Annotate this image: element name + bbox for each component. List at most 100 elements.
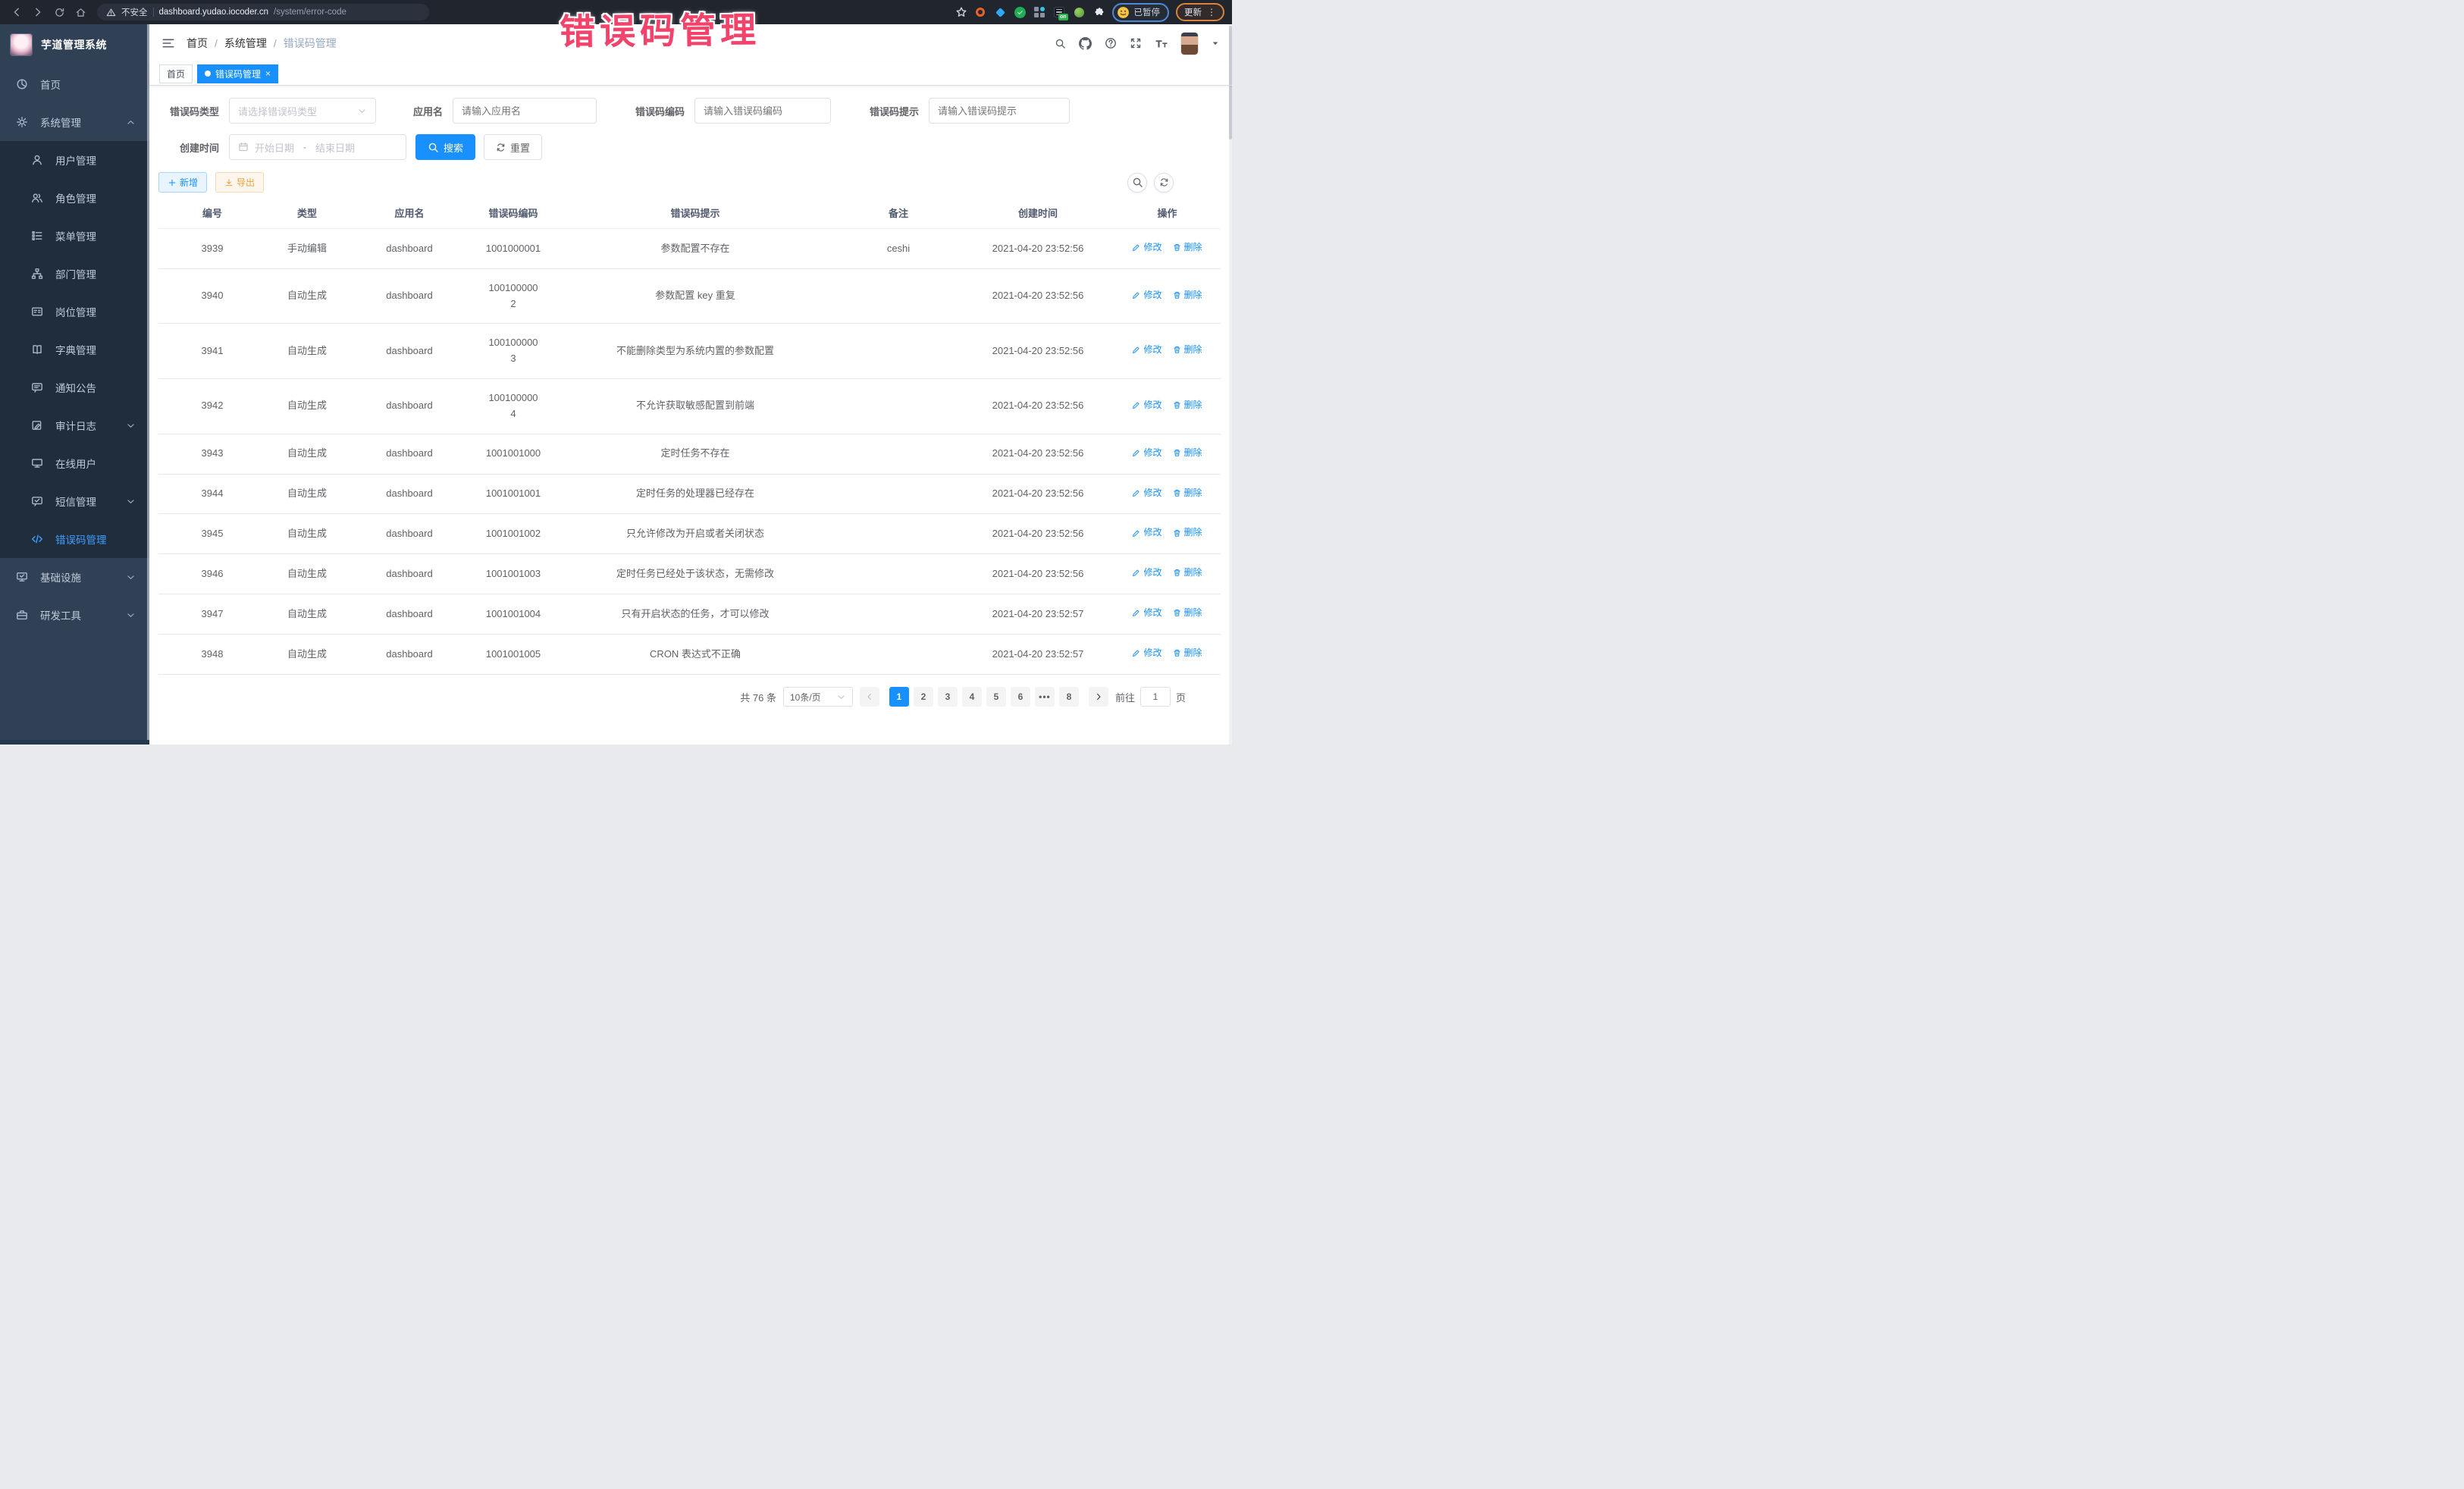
- edit-link[interactable]: 修改: [1132, 446, 1161, 460]
- font-size-icon[interactable]: [1155, 37, 1168, 49]
- page-size-select[interactable]: 10条/页: [783, 687, 853, 707]
- edit-link[interactable]: 修改: [1132, 240, 1161, 255]
- delete-link[interactable]: 删除: [1173, 646, 1202, 660]
- edit-link[interactable]: 修改: [1132, 486, 1161, 500]
- bookmark-star-icon[interactable]: [955, 6, 967, 18]
- home-icon[interactable]: [71, 3, 89, 21]
- page-number-button[interactable]: 8: [1059, 687, 1079, 707]
- page-number-button[interactable]: 5: [986, 687, 1006, 707]
- extension-blue-gem-icon[interactable]: [994, 6, 1007, 19]
- edit-link[interactable]: 修改: [1132, 398, 1161, 412]
- reset-button[interactable]: 重置: [484, 134, 542, 160]
- delete-link[interactable]: 删除: [1173, 343, 1202, 357]
- address-bar[interactable]: 不安全 dashboard.yudao.iocoder.cn/system/er…: [97, 4, 429, 20]
- fullscreen-icon[interactable]: [1130, 37, 1142, 49]
- error-type-select[interactable]: 请选择错误码类型: [229, 98, 376, 124]
- delete-link[interactable]: 删除: [1173, 566, 1202, 580]
- refresh-table-button[interactable]: [1154, 173, 1174, 193]
- audit-log-icon: [30, 419, 44, 431]
- edit-label: 修改: [1143, 606, 1161, 620]
- sidebar-item-在线用户[interactable]: 在线用户: [0, 444, 149, 482]
- delete-link[interactable]: 删除: [1173, 398, 1202, 412]
- export-button-label: 导出: [237, 176, 255, 189]
- sidebar-menu: 首页系统管理用户管理角色管理菜单管理部门管理岗位管理字典管理通知公告审计日志在线…: [0, 65, 149, 634]
- extensions-puzzle-icon[interactable]: [1092, 6, 1105, 19]
- page-number-button[interactable]: 3: [938, 687, 958, 707]
- org-tree-icon: [30, 268, 44, 280]
- page-number-button[interactable]: 6: [1011, 687, 1030, 707]
- edit-link[interactable]: 修改: [1132, 525, 1161, 540]
- cell: 3942: [158, 379, 266, 434]
- sidebar-logo-row[interactable]: 芋道管理系统: [0, 24, 149, 65]
- tab-首页[interactable]: 首页: [159, 64, 193, 83]
- cell: 1001001000: [471, 434, 556, 474]
- delete-link[interactable]: 删除: [1173, 240, 1202, 255]
- sidebar-item-错误码管理[interactable]: 错误码管理: [0, 520, 149, 558]
- extension-leaf-icon[interactable]: [1073, 6, 1086, 19]
- app-name-input[interactable]: [453, 98, 597, 124]
- extension-orange-ring-icon[interactable]: [974, 6, 987, 19]
- sidebar-item-字典管理[interactable]: 字典管理: [0, 331, 149, 368]
- search-icon[interactable]: [1055, 38, 1066, 49]
- url-path: /system/error-code: [274, 8, 346, 17]
- error-hint-input[interactable]: [929, 98, 1070, 124]
- hamburger-icon[interactable]: [161, 36, 175, 50]
- sidebar-item-首页[interactable]: 首页: [0, 65, 149, 103]
- edit-link[interactable]: 修改: [1132, 288, 1161, 303]
- search-button[interactable]: 搜索: [415, 134, 475, 160]
- edit-link[interactable]: 修改: [1132, 646, 1161, 660]
- close-icon[interactable]: ×: [265, 69, 271, 78]
- delete-link[interactable]: 删除: [1173, 606, 1202, 620]
- error-code-input[interactable]: [694, 98, 831, 124]
- sidebar-item-短信管理[interactable]: 短信管理: [0, 482, 149, 520]
- goto-page-input[interactable]: [1140, 687, 1171, 707]
- export-button[interactable]: 导出: [215, 172, 264, 193]
- goto-page: 前往 页: [1115, 687, 1186, 707]
- edit-link[interactable]: 修改: [1132, 606, 1161, 620]
- sidebar-item-审计日志[interactable]: 审计日志: [0, 406, 149, 444]
- kebab-menu-icon[interactable]: ⋮: [1207, 8, 1216, 17]
- sidebar-item-研发工具[interactable]: 研发工具: [0, 596, 149, 634]
- github-icon[interactable]: [1079, 37, 1092, 50]
- date-range-picker[interactable]: 开始日期 - 结束日期: [229, 134, 406, 160]
- sidebar-item-用户管理[interactable]: 用户管理: [0, 141, 149, 179]
- edit-link[interactable]: 修改: [1132, 343, 1161, 357]
- sidebar-item-系统管理[interactable]: 系统管理: [0, 103, 149, 141]
- tab-错误码管理[interactable]: 错误码管理×: [197, 64, 278, 83]
- delete-link[interactable]: 删除: [1173, 525, 1202, 540]
- extension-green-check-icon[interactable]: [1014, 6, 1027, 19]
- page-number-button[interactable]: 2: [914, 687, 933, 707]
- extension-list-icon[interactable]: on: [1053, 6, 1066, 19]
- delete-link[interactable]: 删除: [1173, 446, 1202, 460]
- cell: 自动生成: [266, 474, 348, 514]
- sidebar-item-通知公告[interactable]: 通知公告: [0, 368, 149, 406]
- back-icon[interactable]: [8, 3, 26, 21]
- more-pages-icon[interactable]: •••: [1035, 687, 1055, 707]
- next-page-button[interactable]: [1089, 687, 1108, 707]
- caret-down-icon[interactable]: [1211, 39, 1220, 48]
- sidebar-item-基础设施[interactable]: 基础设施: [0, 558, 149, 596]
- window-scrollbar[interactable]: [1229, 24, 1232, 744]
- sidebar-item-角色管理[interactable]: 角色管理: [0, 179, 149, 217]
- breadcrumb-item[interactable]: 首页: [187, 36, 208, 51]
- show-search-toggle-button[interactable]: [1127, 173, 1147, 193]
- breadcrumb-item[interactable]: 系统管理: [224, 36, 267, 51]
- sidebar-item-部门管理[interactable]: 部门管理: [0, 255, 149, 293]
- user-avatar[interactable]: [1181, 33, 1198, 55]
- help-icon[interactable]: [1105, 37, 1117, 49]
- page-number-button[interactable]: 4: [962, 687, 982, 707]
- browser-profile-chip[interactable]: 已暂停: [1112, 3, 1170, 22]
- extension-grid-icon[interactable]: [1033, 6, 1046, 19]
- add-button[interactable]: 新增: [158, 172, 207, 193]
- reload-icon[interactable]: [50, 3, 68, 21]
- forward-icon[interactable]: [29, 3, 47, 21]
- delete-link[interactable]: 删除: [1173, 288, 1202, 303]
- prev-page-button[interactable]: [860, 687, 879, 707]
- browser-update-button[interactable]: 更新 ⋮: [1176, 3, 1224, 21]
- sidebar-item-菜单管理[interactable]: 菜单管理: [0, 217, 149, 255]
- page-number-button[interactable]: 1: [889, 687, 909, 707]
- delete-link[interactable]: 删除: [1173, 486, 1202, 500]
- edit-link[interactable]: 修改: [1132, 566, 1161, 580]
- filter-label: 错误码类型: [158, 104, 219, 118]
- sidebar-item-岗位管理[interactable]: 岗位管理: [0, 293, 149, 331]
